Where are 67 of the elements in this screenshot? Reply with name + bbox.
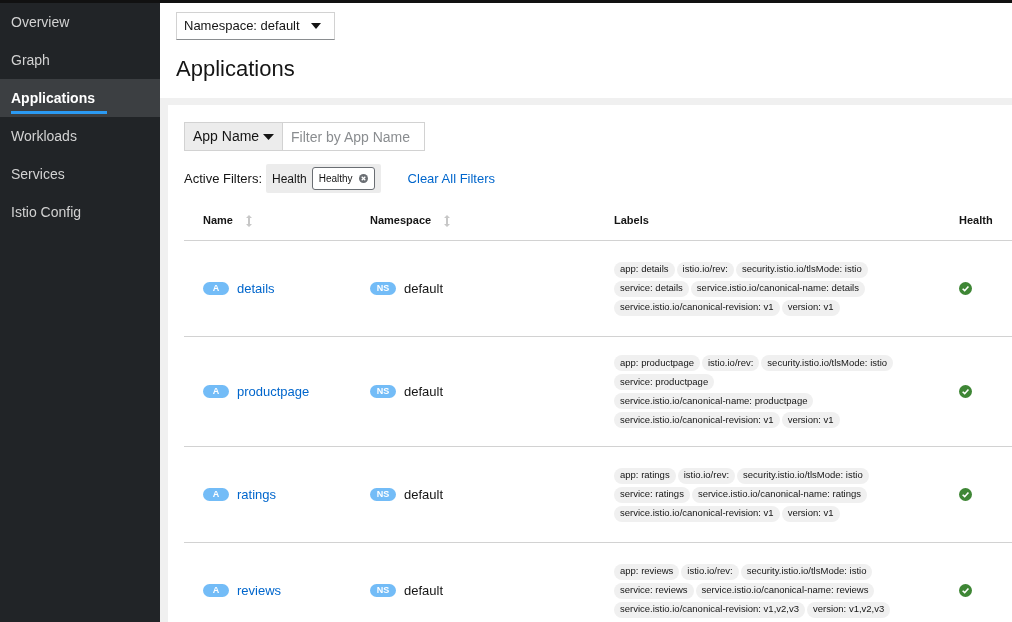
namespace-text: default (404, 279, 444, 298)
filter-input[interactable]: Filter by App Name (283, 122, 425, 151)
app-link[interactable]: ratings (237, 484, 277, 505)
label-tag: service: ratings (614, 486, 690, 503)
label-tag: version: v1 (781, 299, 840, 316)
label-tag: security.istio.io/tlsMode: istio (740, 563, 873, 580)
app-badge: A (203, 282, 229, 295)
caret-icon (311, 23, 321, 29)
label-tag: service.istio.io/canonical-name: productpage (614, 393, 814, 409)
caret-icon (263, 133, 274, 140)
label-tag: app: productpage (614, 355, 700, 371)
label-tag: app: details (614, 261, 675, 278)
app-badge: A (203, 488, 229, 501)
close-icon[interactable] (358, 174, 368, 183)
label-tag: security.istio.io/tlsMode: istio (736, 261, 868, 278)
sidebar-item[interactable]: Workloads (0, 117, 160, 155)
sort-icon (443, 213, 452, 228)
sort-icon (244, 213, 253, 228)
namespace-text: default (404, 485, 444, 504)
label-tag: version: v1 (781, 505, 840, 522)
page-title: Applications (176, 55, 296, 83)
sidebar-item[interactable]: Overview (0, 3, 160, 41)
label-tag: security.istio.io/tlsMode: istio (737, 467, 869, 484)
label-tag: service.istio.io/canonical-name: reviews (695, 582, 875, 599)
app-badge: A (203, 584, 229, 597)
namespace-badge: NS (370, 385, 396, 398)
namespace-badge: NS (370, 584, 396, 597)
label-tag: istio.io/rev: (701, 355, 760, 371)
label-tag: istio.io/rev: (677, 467, 736, 484)
label-tag: security.istio.io/tlsMode: istio (761, 355, 894, 371)
column-header[interactable]: Namespace (370, 212, 432, 229)
namespace-badge: NS (370, 488, 396, 501)
namespace-dropdown[interactable]: Namespace: default (176, 12, 335, 40)
label-tag: service.istio.io/canonical-revision: v1 (614, 412, 780, 428)
label-tag: service: reviews (614, 582, 694, 599)
sidebar-item[interactable]: Graph (0, 41, 160, 79)
label-tag: app: reviews (614, 563, 680, 580)
label-tag: version: v1 (781, 412, 840, 428)
label-tag: service.istio.io/canonical-name: details (690, 280, 865, 297)
filter-type-dropdown[interactable]: App Name (184, 122, 283, 151)
column-header[interactable]: Name (203, 212, 233, 229)
label-tag: app: ratings (614, 467, 676, 484)
sidebar-item[interactable]: Istio Config (0, 193, 160, 231)
clear-filters-link[interactable]: Clear All Filters (407, 168, 496, 189)
app-link[interactable]: productpage (237, 381, 310, 402)
namespace-text: default (404, 382, 444, 401)
label-tag: service.istio.io/canonical-revision: v1,v2,v3 (614, 601, 805, 618)
label-tag: service: details (614, 280, 689, 297)
chip-label: Healthy (318, 172, 353, 186)
label-tag: service.istio.io/canonical-name: ratings (691, 486, 868, 503)
sidebar-item[interactable]: Services (0, 155, 160, 193)
active-filters-label: Active Filters: (184, 169, 262, 188)
label-tag: istio.io/rev: (676, 261, 734, 278)
column-header[interactable]: Labels (614, 212, 649, 229)
chip-group-label: Health (272, 170, 307, 188)
label-tag: istio.io/rev: (681, 563, 739, 580)
namespace-text: default (404, 581, 444, 600)
column-header[interactable]: Health (959, 212, 993, 229)
app-link[interactable]: reviews (237, 580, 282, 601)
label-tag: version: v1,v2,v3 (807, 601, 891, 618)
sidebar-item[interactable]: Applications (0, 79, 160, 117)
app-link[interactable]: details (237, 278, 275, 299)
app-badge: A (203, 385, 229, 398)
label-tag: service.istio.io/canonical-revision: v1 (614, 299, 780, 316)
namespace-badge: NS (370, 282, 396, 295)
label-tag: service: productpage (614, 374, 715, 390)
label-tag: service.istio.io/canonical-revision: v1 (614, 505, 780, 522)
